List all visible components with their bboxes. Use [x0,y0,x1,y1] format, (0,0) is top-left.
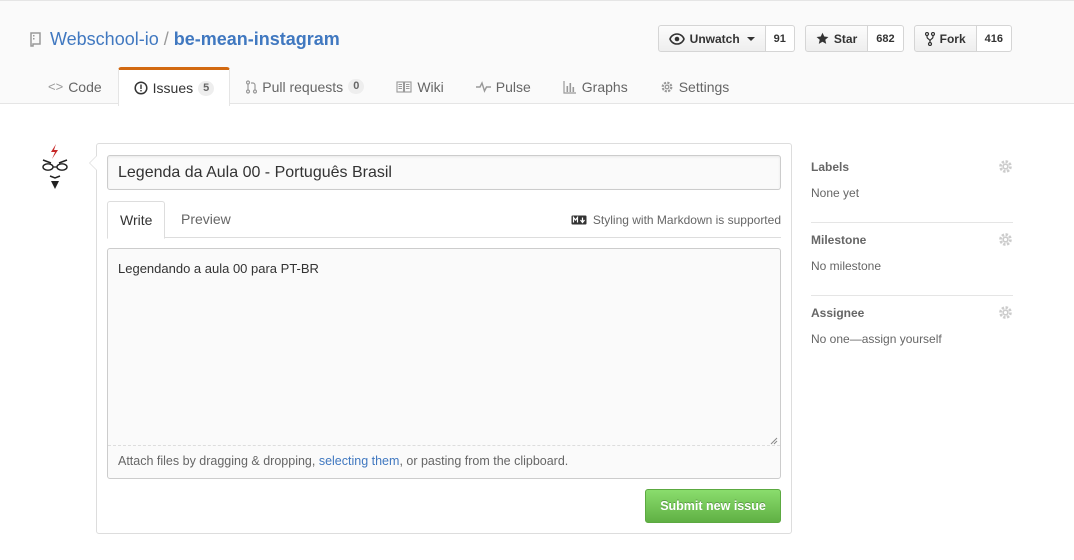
tab-graphs[interactable]: Graphs [547,67,644,105]
comment-editor: Legendando a aula 00 para PT-BR Attach f… [107,248,781,479]
tab-code[interactable]: <> Code [32,67,118,105]
fork-group: Fork 416 [913,25,1012,52]
path-separator: / [163,29,169,49]
star-label: Star [833,31,858,46]
stargazers-count[interactable]: 682 [868,25,904,52]
assignee-value[interactable]: No one—assign yourself [811,332,942,346]
markdown-hint-text: Styling with Markdown is supported [592,213,781,227]
submit-new-issue-button[interactable]: Submit new issue [645,489,781,523]
attach-files-hint: Attach files by dragging & dropping, sel… [118,454,568,468]
watch-group: Unwatch 91 [657,25,795,52]
tab-label: Wiki [417,78,444,95]
code-icon: <> [48,79,64,94]
star-group: Star 682 [804,25,904,52]
repository-header: Webschool-io / be-mean-instagram Unwatch… [0,0,1074,106]
repo-icon [30,31,41,47]
issues-counter: 5 [198,80,215,96]
milestone-gear-icon[interactable] [998,232,1013,247]
editor-tabs: Write Preview Styling with Markdown is s… [107,201,781,239]
select-files-link[interactable]: selecting them [319,454,400,468]
labels-value: None yet [811,186,860,200]
issue-opened-icon [134,81,148,95]
tab-write[interactable]: Write [107,201,166,239]
markdown-hint[interactable]: Styling with Markdown is supported [571,213,781,227]
unwatch-button[interactable]: Unwatch [657,25,766,52]
milestone-value: No milestone [811,259,882,273]
star-icon [816,32,829,44]
attach-prefix: Attach files by dragging & dropping, [118,454,319,468]
eye-icon [668,32,685,45]
pulse-icon [475,80,491,93]
assignee-heading: Assignee [811,306,865,320]
fork-label: Fork [939,31,966,46]
tab-issues[interactable]: Issues 5 [117,67,231,106]
issue-title-input[interactable] [107,155,781,190]
graph-icon [563,80,577,94]
repo-owner-link[interactable]: Webschool-io [50,29,159,50]
tab-label: Code [68,78,102,95]
tab-label: Issues [152,80,194,96]
gear-icon [660,80,674,94]
discussion-sidebar: Labels None yet Milestone No milestone A… [811,150,1013,369]
chevron-down-icon [746,36,755,41]
forks-count[interactable]: 416 [976,25,1012,52]
labels-gear-icon[interactable] [998,159,1013,174]
attach-suffix: , or pasting from the clipboard. [399,454,569,468]
repo-forked-icon [924,31,935,46]
tab-label: Pulse [495,78,531,95]
labels-heading: Labels [811,160,850,174]
repo-title: Webschool-io / be-mean-instagram [30,29,340,50]
watchers-count[interactable]: 91 [765,25,795,52]
fork-button[interactable]: Fork [913,25,977,52]
star-button[interactable]: Star [804,25,869,52]
new-issue-form: Write Preview Styling with Markdown is s… [89,143,792,534]
book-icon [396,80,412,93]
tab-label: Pull requests [262,78,344,95]
sidebar-assignee: Assignee No one—assign yourself [811,296,1013,369]
pull-requests-counter: 0 [348,79,365,94]
repo-nav-tabs: <> Code Issues 5 Pull requests 0 Wiki Pu… [32,67,746,106]
tab-pull-requests[interactable]: Pull requests 0 [230,67,380,105]
tab-preview[interactable]: Preview [169,201,243,238]
issue-body-textarea[interactable]: Legendando a aula 00 para PT-BR [108,249,780,446]
tab-pulse[interactable]: Pulse [460,67,547,105]
resize-handle-icon[interactable] [770,437,778,445]
sidebar-milestone: Milestone No milestone [811,223,1013,296]
milestone-heading: Milestone [811,233,867,247]
git-pull-request-icon [246,79,258,94]
tab-settings[interactable]: Settings [644,67,746,105]
unwatch-label: Unwatch [689,31,740,46]
markdown-icon [571,215,587,225]
tab-label: Settings [678,78,730,95]
assignee-gear-icon[interactable] [998,305,1013,320]
repo-actions: Unwatch 91 Star 682 Fork 416 [657,25,1012,52]
tab-label: Graphs [581,78,628,95]
user-avatar[interactable] [38,143,72,193]
sidebar-labels: Labels None yet [811,150,1013,223]
tab-wiki[interactable]: Wiki [380,67,459,105]
repo-name-link[interactable]: be-mean-instagram [174,29,340,50]
